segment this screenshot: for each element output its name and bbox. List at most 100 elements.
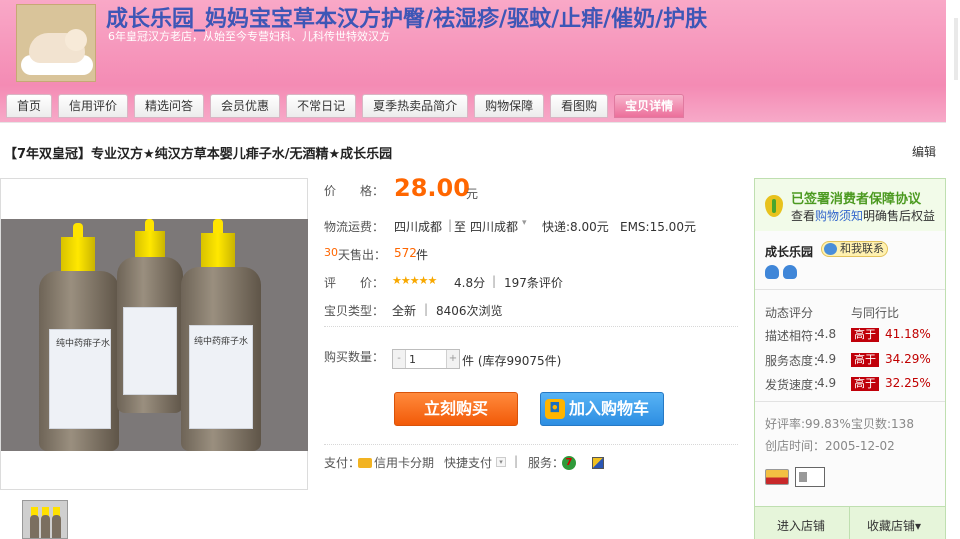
tab-photo-shop[interactable]: 看图购	[550, 94, 609, 118]
contact-label: 和我联系	[840, 242, 884, 255]
ship-from: 四川成都	[394, 220, 443, 234]
ship-divider: |	[448, 218, 453, 232]
scroll-gutter	[946, 0, 960, 122]
logo-baby-head	[65, 29, 87, 51]
score-label: 描述相符：	[765, 329, 826, 343]
rating-stars-icon: ★★★★★	[392, 274, 437, 287]
product-photo[interactable]: 纯中药痱子水 纯中药痱子水	[1, 219, 308, 451]
items-count: 宝贝数:138	[851, 417, 914, 431]
qty-decrease-button[interactable]: -	[393, 350, 406, 368]
qty-label: 购买数量：	[324, 350, 385, 364]
label-text: 纯中药痱子水	[194, 337, 249, 347]
shop-created-date: 创店时间：2005-12-02	[765, 439, 895, 453]
guarantee-post: 明确售后权益	[863, 209, 936, 223]
dynamic-score-label: 动态评分	[765, 306, 814, 320]
ems-fee: EMS:15.00元	[620, 220, 696, 234]
score-percent: 34.29%	[885, 352, 931, 366]
seven-day-return-icon[interactable]: 7	[562, 456, 576, 470]
sold-label: 天售出：	[338, 248, 387, 262]
tab-diary[interactable]: 不常日记	[286, 94, 357, 118]
sold-count[interactable]: 572	[394, 246, 417, 260]
edit-link[interactable]: 编辑	[912, 143, 936, 160]
score-percent: 41.18%	[885, 327, 931, 341]
compare-label: 与同行比	[851, 306, 900, 320]
rating-label: 评 价：	[324, 276, 385, 290]
tab-home[interactable]: 首页	[6, 94, 53, 118]
item-page: 成长乐园_妈妈宝宝草本汉方护臀/祛湿疹/驱蚊/止痱/催奶/护肤 6年皇冠汉方老店…	[0, 0, 960, 539]
score-value: 4.8	[817, 327, 837, 341]
item-condition: 全新	[392, 304, 417, 318]
service-badge-icon[interactable]	[592, 457, 604, 469]
scrollbar[interactable]	[954, 18, 958, 80]
qty-increase-button[interactable]: +	[446, 350, 459, 368]
panel-footer: 进入店铺 收藏店铺▾	[755, 506, 945, 539]
bottle-cap	[61, 237, 95, 275]
express-fee: 快递:8.00元	[542, 220, 609, 234]
item-title: 【7年双皇冠】专业汉方★纯汉方草本婴儿痱子水/无酒精★成长乐园	[4, 147, 393, 162]
panel-divider	[755, 401, 945, 402]
add-to-cart-button[interactable]: ◘ 加入购物车	[540, 392, 664, 426]
status-badge: 高于	[851, 353, 879, 367]
shopping-notice-link[interactable]: 购物须知	[815, 209, 863, 223]
thumb-bottle	[52, 515, 61, 538]
price-value: 28.00	[394, 174, 470, 202]
buy-now-button[interactable]: 立刻购买	[394, 392, 518, 426]
status-badge: 高于	[851, 328, 879, 342]
guarantee-box: 已签署消费者保障协议 查看购物须知明确售后权益	[755, 179, 945, 231]
score-value: 4.9	[817, 352, 837, 366]
sold-days: 30	[324, 246, 338, 259]
review-count[interactable]: 197条评价	[504, 274, 563, 291]
rating-score: 4.8分	[454, 276, 486, 290]
seller-panel: 已签署消费者保障协议 查看购物须知明确售后权益 成长乐园 和我联系 动态评分 与…	[754, 178, 946, 539]
bottle-label: 纯中药痱子水	[189, 325, 253, 429]
header-divider	[0, 122, 946, 123]
guarantee-subtitle: 查看购物须知明确售后权益	[791, 207, 935, 224]
seller-name[interactable]: 成长乐园	[765, 243, 813, 260]
shipping-label: 物流运费：	[324, 220, 385, 234]
product-image-box: 纯中药痱子水 纯中药痱子水	[0, 178, 308, 490]
ship-to-select[interactable]: 四川成都	[470, 218, 518, 235]
guarantee-title[interactable]: 已签署消费者保障协议	[791, 188, 921, 207]
info-divider	[324, 326, 738, 327]
contact-seller-button[interactable]: 和我联系	[821, 241, 888, 257]
chevron-down-icon[interactable]: ▾	[522, 218, 527, 228]
credit-card-icon	[765, 469, 789, 485]
shield-icon	[765, 195, 783, 217]
favorite-shop-button[interactable]: 收藏店铺▾	[867, 517, 921, 534]
type-divider: |	[424, 302, 429, 316]
status-badge: 高于	[851, 377, 879, 391]
tab-qa[interactable]: 精选问答	[134, 94, 205, 118]
score-value: 4.9	[817, 376, 837, 390]
shop-logo[interactable]	[16, 4, 96, 82]
tab-protection[interactable]: 购物保障	[474, 94, 545, 118]
pay-divider: |	[514, 454, 519, 468]
stock-info: 件 (库存99075件)	[462, 354, 562, 368]
shop-subtitle: 6年皇冠汉方老店，从始至今专营妇科、儿科传世特效汉方	[108, 30, 390, 43]
thumb-bottle	[41, 515, 50, 538]
crown-icon	[783, 265, 797, 279]
chat-icon	[824, 243, 837, 255]
bottle-label: 纯中药痱子水	[49, 329, 111, 429]
ship-to-prefix: 至	[454, 220, 467, 234]
price-label: 价 格：	[324, 184, 385, 198]
chevron-down-icon[interactable]: ▾	[496, 457, 506, 467]
score-percent: 32.25%	[885, 376, 931, 390]
quantity-stepper: - +	[392, 349, 460, 369]
price-unit: 元	[466, 187, 479, 201]
info-divider	[324, 444, 738, 445]
quantity-input[interactable]	[409, 352, 443, 367]
product-thumbnail[interactable]	[22, 500, 68, 539]
tab-summer[interactable]: 夏季热卖品简介	[362, 94, 469, 118]
enter-shop-button[interactable]: 进入店铺	[777, 517, 825, 534]
credit-installment[interactable]: 信用卡分期	[374, 454, 434, 471]
sold-unit: 件	[416, 248, 429, 262]
tab-item-detail[interactable]: 宝贝详情	[614, 94, 685, 118]
guarantee-pre: 查看	[791, 209, 816, 223]
type-label: 宝贝类型：	[324, 304, 385, 318]
footer-divider	[849, 507, 850, 539]
tab-credit[interactable]: 信用评价	[58, 94, 129, 118]
quick-pay[interactable]: 快捷支付	[444, 454, 492, 471]
tab-member[interactable]: 会员优惠	[210, 94, 281, 118]
add-to-cart-label: 加入购物车	[569, 399, 650, 418]
crown-icon	[765, 265, 779, 279]
